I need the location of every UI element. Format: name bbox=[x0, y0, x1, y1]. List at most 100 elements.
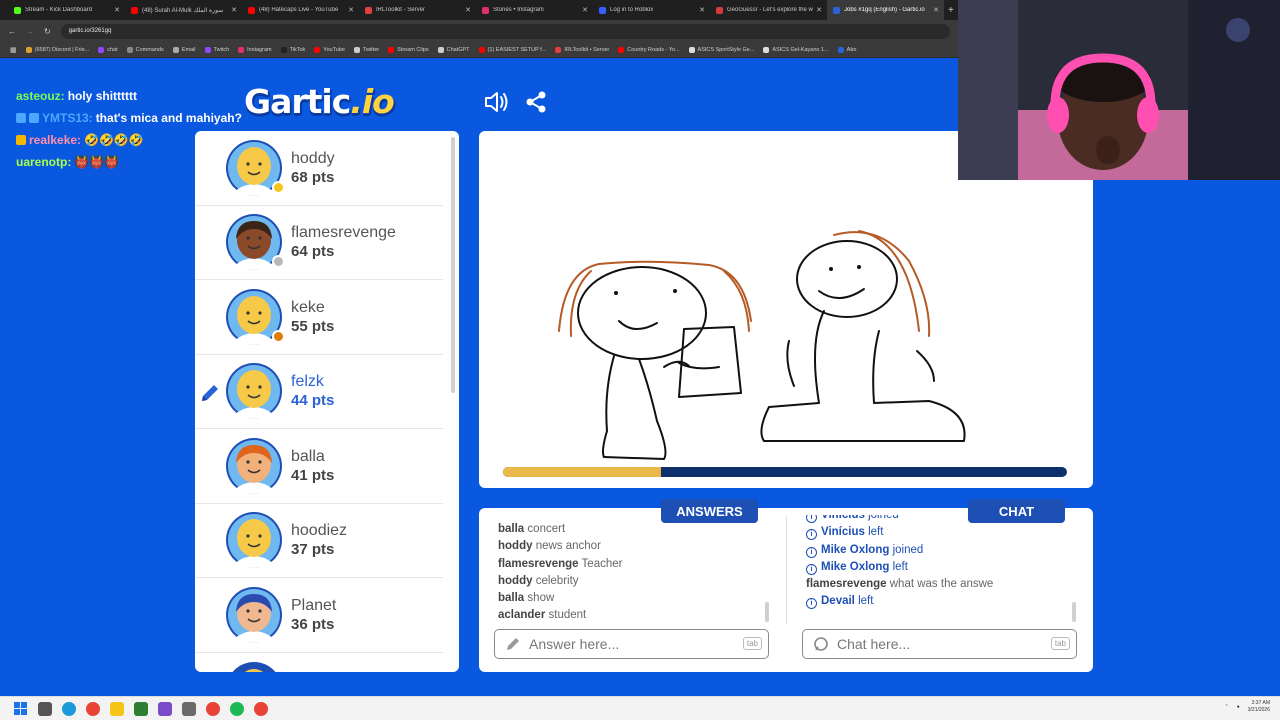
player-name: felzk bbox=[291, 373, 324, 391]
bookmark-item[interactable]: Instagram bbox=[238, 46, 272, 53]
player-avatar bbox=[225, 139, 285, 197]
chat-input[interactable] bbox=[837, 636, 1037, 652]
player-row[interactable]: hoddy 68 pts bbox=[195, 131, 443, 206]
wifi-icon[interactable]: ● bbox=[1237, 704, 1240, 710]
url-field[interactable]: gartic.io/3261gq bbox=[60, 23, 950, 39]
player-points: 55 pts bbox=[291, 317, 335, 335]
bookmark-item[interactable]: Twitter bbox=[353, 46, 379, 53]
sound-icon[interactable] bbox=[483, 90, 509, 114]
info-icon: i bbox=[806, 515, 817, 523]
answer-user: hoddy bbox=[498, 574, 533, 587]
chat-input-box[interactable]: tab bbox=[802, 629, 1077, 659]
browser-tab[interactable]: Stream - Kick Dashboard ✕ bbox=[8, 0, 125, 20]
bookmark-label: Abo bbox=[846, 46, 857, 53]
player-list-scrollbar[interactable] bbox=[451, 137, 455, 393]
bookmark-favicon-icon bbox=[437, 46, 444, 53]
back-icon[interactable]: ← bbox=[8, 27, 16, 36]
reload-icon[interactable]: ↻ bbox=[44, 27, 51, 36]
bookmark-label: (1) EASIEST SETUP f... bbox=[487, 46, 547, 53]
share-icon[interactable] bbox=[524, 90, 548, 114]
player-points: 64 pts bbox=[291, 243, 335, 261]
chevron-up-icon[interactable]: ⌃ bbox=[1225, 704, 1229, 710]
clock[interactable]: 2:37 AM 3/21/2026 bbox=[1248, 700, 1270, 714]
chat-line: i Mike Oxlong left bbox=[806, 559, 1071, 576]
spotify-icon[interactable] bbox=[230, 701, 244, 716]
browser-tab[interactable]: GeoGuessr - Let's explore the w ✕ bbox=[710, 0, 827, 20]
info-icon: i bbox=[806, 529, 817, 541]
bookmark-item[interactable]: TikTok bbox=[280, 46, 305, 53]
edge-icon[interactable] bbox=[62, 701, 76, 716]
player-list: hoddy 68 pts flamesrevenge 64 pts keke 55 p… bbox=[195, 131, 459, 672]
answer-input[interactable] bbox=[529, 636, 729, 652]
bookmark-item[interactable]: Abo bbox=[837, 46, 857, 53]
browser-tab[interactable]: (48) Hatecaps Live - YouTube ✕ bbox=[242, 0, 359, 20]
bookmark-label: Instagram bbox=[247, 46, 272, 53]
task-view-icon[interactable] bbox=[38, 701, 52, 716]
chat-list: i Vinícius joined i Vinícius left i Mike Oxlo… bbox=[806, 515, 1071, 625]
browser-tab-label: (48) Surah Al-Mulk سورة الملك bbox=[142, 7, 224, 14]
close-tab-icon[interactable]: ✕ bbox=[582, 6, 588, 14]
chrome-profile-icon[interactable] bbox=[206, 701, 220, 716]
player-row[interactable]: keke 55 pts bbox=[195, 280, 443, 355]
browser-tab[interactable]: Log in to Roblox ✕ bbox=[593, 0, 710, 20]
chrome-icon[interactable] bbox=[86, 701, 100, 716]
close-tab-icon[interactable]: ✕ bbox=[933, 6, 939, 14]
info-icon: i bbox=[806, 563, 817, 575]
close-tab-icon[interactable]: ✕ bbox=[231, 6, 237, 14]
answer-text: show bbox=[527, 592, 555, 605]
browser-tab[interactable]: IRLToolkit - Server ✕ bbox=[359, 0, 476, 20]
webcam-feed bbox=[958, 0, 1280, 180]
player-row[interactable]: Planet 36 pts bbox=[195, 578, 443, 653]
player-avatar bbox=[225, 437, 283, 495]
bookmark-item[interactable]: YouTube bbox=[314, 46, 345, 53]
bookmark-item[interactable]: ChatGPT bbox=[437, 46, 470, 53]
close-tab-icon[interactable]: ✕ bbox=[816, 6, 822, 14]
new-tab-icon[interactable]: + bbox=[948, 5, 954, 16]
close-tab-icon[interactable]: ✕ bbox=[114, 6, 120, 14]
stream-chat-message: that's mica and mahiyah? bbox=[95, 111, 242, 125]
browser-tab[interactable]: Stories • Instagram ✕ bbox=[476, 0, 593, 20]
bookmark-item[interactable]: ASICS Gel-Kayano 1... bbox=[763, 46, 829, 53]
browser-tab[interactable]: Jobs #1gq (English) - Gartic.io ✕ bbox=[827, 0, 944, 20]
app-icon-green[interactable] bbox=[134, 701, 148, 716]
browser-tab[interactable]: (48) Surah Al-Mulk سورة الملك ✕ bbox=[125, 0, 242, 20]
chat-scrollbar[interactable] bbox=[1072, 602, 1076, 622]
bookmark-label: Email bbox=[181, 46, 196, 53]
player-row[interactable]: hoodiez 37 pts bbox=[195, 504, 443, 578]
bookmark-item[interactable]: Twitch bbox=[204, 46, 229, 53]
forward-icon[interactable]: → bbox=[26, 27, 34, 36]
logo-main-text: Gartic bbox=[244, 82, 351, 121]
bookmark-item[interactable]: Country Roads - Yo... bbox=[618, 46, 680, 53]
close-tab-icon[interactable]: ✕ bbox=[465, 6, 471, 14]
windows-start-icon[interactable] bbox=[14, 701, 28, 716]
bookmark-item[interactable]: Commands bbox=[126, 46, 164, 53]
answer-line: hoddy news anchor bbox=[498, 538, 622, 555]
answers-scrollbar[interactable] bbox=[765, 602, 769, 622]
stream-chat-line: YMTS13: that's mica and mahiyah? bbox=[16, 107, 242, 129]
panel-divider bbox=[786, 516, 787, 624]
bookmark-favicon-icon bbox=[388, 46, 395, 53]
chat-line: flamesrevenge what was the answe bbox=[806, 576, 1071, 593]
bookmark-item[interactable]: IRLToolkit • Server bbox=[555, 46, 609, 53]
chat-line: i Mike Oxlong joined bbox=[806, 542, 1071, 559]
answers-tab[interactable]: ANSWERS bbox=[661, 499, 758, 523]
close-tab-icon[interactable]: ✕ bbox=[348, 6, 354, 14]
bookmark-item[interactable]: ASICS SportStyle Ge... bbox=[688, 46, 754, 53]
bookmark-item[interactable]: (1) EASIEST SETUP f... bbox=[478, 46, 547, 53]
bookmark-item[interactable]: Stream Clips bbox=[388, 46, 429, 53]
bookmark-item[interactable]: Email bbox=[172, 46, 196, 53]
bookmark-item[interactable]: (6587) Discord | Frie... bbox=[25, 46, 89, 53]
answer-user: balla bbox=[498, 523, 525, 535]
close-tab-icon[interactable]: ✕ bbox=[699, 6, 705, 14]
app-icon-purple[interactable] bbox=[158, 701, 172, 716]
app-icon-grey[interactable] bbox=[182, 701, 196, 716]
tab-favicon-icon bbox=[599, 6, 606, 14]
file-explorer-icon[interactable] bbox=[110, 701, 124, 716]
chrome-active-icon[interactable] bbox=[254, 701, 268, 716]
player-row[interactable]: balla 41 pts bbox=[195, 429, 443, 504]
player-row[interactable]: flamesrevenge 64 pts bbox=[195, 206, 443, 280]
player-row[interactable]: felzk 44 pts bbox=[195, 355, 443, 429]
bookmark-item[interactable]: chat bbox=[98, 46, 118, 53]
answer-input-box[interactable]: tab bbox=[494, 629, 769, 659]
apps-icon[interactable]: ▦ bbox=[10, 46, 17, 54]
